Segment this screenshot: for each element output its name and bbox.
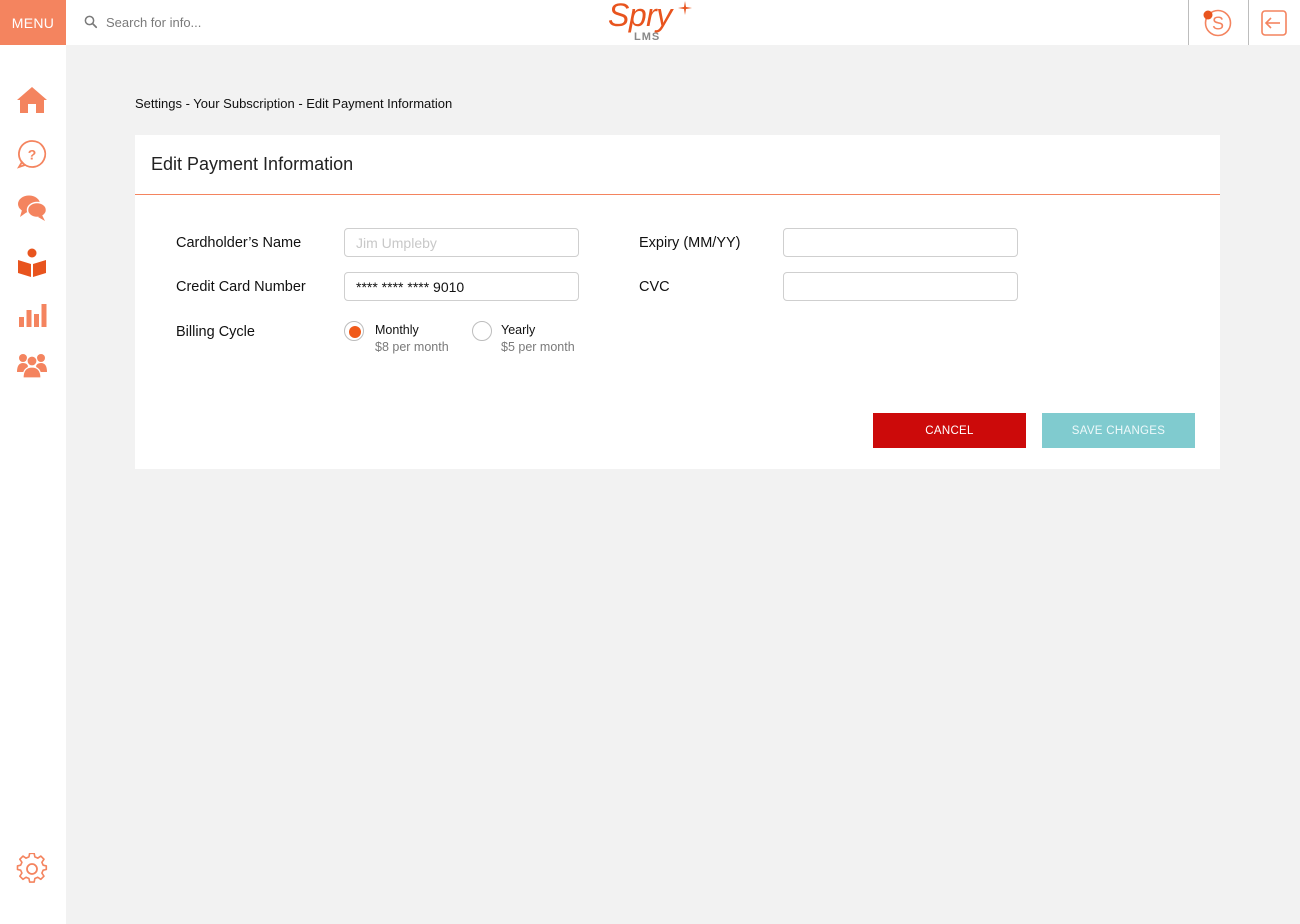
- logo-star-icon: [678, 1, 692, 15]
- monthly-option-title: Monthly: [375, 323, 419, 337]
- logo-subtext: LMS: [634, 31, 661, 43]
- book-reader-icon[interactable]: [16, 246, 48, 278]
- breadcrumb: Settings - Your Subscription - Edit Paym…: [135, 96, 453, 111]
- cardholder-name-input[interactable]: [344, 228, 579, 257]
- cardholder-label: Cardholder’s Name: [176, 235, 302, 251]
- billing-cycle-label: Billing Cycle: [176, 324, 255, 340]
- home-icon[interactable]: [16, 84, 48, 116]
- expiry-label: Expiry (MM/YY): [639, 235, 741, 251]
- card-header: Edit Payment Information: [135, 135, 1220, 195]
- edit-payment-card: Edit Payment Information Cardholder’s Na…: [135, 135, 1220, 469]
- monthly-radio[interactable]: [344, 321, 364, 341]
- yearly-option-title: Yearly: [501, 323, 536, 337]
- save-changes-button[interactable]: SAVE CHANGES: [1042, 413, 1195, 448]
- expiry-input[interactable]: [783, 228, 1018, 257]
- card-number-label: Credit Card Number: [176, 279, 306, 295]
- header-divider: [1248, 0, 1249, 45]
- svg-text:S: S: [1212, 14, 1224, 34]
- top-bar: MENU Spry LMS S: [0, 0, 1300, 45]
- chat-icon[interactable]: [16, 192, 48, 224]
- gear-icon[interactable]: [16, 853, 48, 885]
- bar-chart-icon[interactable]: [16, 298, 48, 330]
- yearly-radio[interactable]: [472, 321, 492, 341]
- users-icon[interactable]: [16, 348, 48, 380]
- menu-button[interactable]: MENU: [0, 0, 66, 45]
- monthly-option-price: $8 per month: [375, 340, 449, 354]
- header-divider: [1188, 0, 1189, 45]
- logout-icon[interactable]: [1257, 6, 1291, 40]
- profile-s-icon[interactable]: S: [1200, 6, 1234, 40]
- sidebar: ?: [0, 45, 66, 924]
- page-title: Edit Payment Information: [151, 154, 354, 174]
- cvc-label: CVC: [639, 279, 670, 295]
- cancel-button[interactable]: CANCEL: [873, 413, 1026, 448]
- card-number-input[interactable]: [344, 272, 579, 301]
- search-input[interactable]: [106, 10, 406, 35]
- search-icon: [84, 15, 98, 29]
- logo-text: Spry: [608, 0, 672, 33]
- yearly-option-price: $5 per month: [501, 340, 575, 354]
- cvc-input[interactable]: [783, 272, 1018, 301]
- help-icon[interactable]: ?: [16, 138, 48, 170]
- spry-lms-logo[interactable]: Spry LMS: [606, 0, 696, 45]
- svg-text:?: ?: [28, 147, 37, 163]
